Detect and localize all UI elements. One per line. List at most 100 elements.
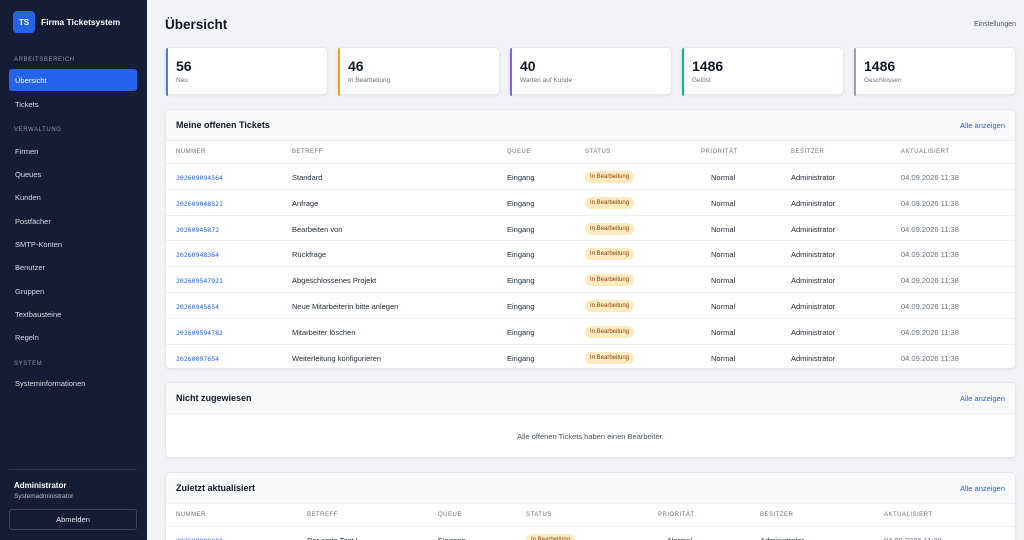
- ticket-number-link[interactable]: 20260097654: [176, 355, 219, 363]
- sidebar-item-regeln[interactable]: Regeln: [9, 326, 137, 348]
- table-row[interactable]: 202609090001Der erste Test !EingangIn Be…: [166, 526, 1015, 540]
- ticket-subject: Bearbeiten von: [292, 224, 343, 234]
- stat-card-geschlossen[interactable]: 1486 Geschlossen: [853, 47, 1016, 96]
- table-row[interactable]: 20260945872 Bearbeiten von Eingang In Bearb…: [166, 214, 1015, 241]
- stat-label: Gelöst: [692, 77, 711, 84]
- ticket-number-link[interactable]: 202609547921: [176, 277, 223, 285]
- ticket-updated: 04.09.2026 11:38: [901, 276, 959, 286]
- table-row[interactable]: 202609594782 Mitarbeiter löschen Eingang In…: [166, 317, 1015, 344]
- table-row[interactable]: 202609547921 Abgeschlossenes Projekt Einga…: [166, 266, 1015, 292]
- sidebar-item-smtp-konten[interactable]: SMTP-Konten: [9, 233, 137, 255]
- ticket-queue: Eingang: [507, 173, 535, 182]
- ticket-number-link[interactable]: 20260948364: [176, 251, 219, 259]
- ticket-number-link[interactable]: 202609594782: [176, 329, 223, 337]
- ticket-updated: 04.09.2026 11:38: [901, 224, 959, 234]
- panel-header: Meine offenen Tickets Alle anzeigen: [166, 110, 1015, 141]
- column-header: Status: [585, 149, 611, 155]
- ticket-priority: Normal: [711, 173, 736, 182]
- ticket-number-link[interactable]: 202609048521: [176, 200, 223, 208]
- status-badge: In Bearbeitung: [585, 171, 635, 183]
- ticket-updated: 04.09.2026 11:38: [884, 536, 942, 540]
- sidebar-item-benutzer[interactable]: Benutzer: [9, 256, 137, 278]
- ticket-owner: Administrator: [791, 198, 836, 208]
- stat-card-neu[interactable]: 56 Neu: [165, 47, 328, 96]
- stat-accent: [854, 48, 856, 96]
- status-badge: In Bearbeitung: [585, 222, 635, 235]
- stat-value: 56: [176, 58, 192, 74]
- status-badge: In Bearbeitung: [526, 534, 576, 540]
- table-row[interactable]: 202609094564 Standard Eingang In Bearbeitun…: [166, 163, 1015, 189]
- ticket-queue: Eingang: [507, 198, 535, 208]
- ticket-subject: Der erste Test !: [307, 536, 358, 540]
- sidebar-item-kunden[interactable]: Kunden: [9, 186, 137, 208]
- show-all-link[interactable]: Alle anzeigen: [960, 121, 1005, 130]
- status-badge: In Bearbeitung: [585, 325, 635, 338]
- sidebar-item-systeminformationen[interactable]: Systeminformationen: [9, 372, 137, 394]
- panel-header: Nicht zugewiesen Alle anzeigen: [166, 383, 1015, 414]
- ticket-priority: Normal: [711, 250, 736, 260]
- stat-label: Neu: [176, 77, 188, 84]
- stat-value: 1486: [864, 58, 896, 74]
- ticket-priority: Normal: [711, 276, 736, 286]
- stat-card-geloest[interactable]: 1486 Gelöst: [681, 47, 844, 96]
- table-row[interactable]: 20260945654 Neue Mitarbeiterin bitte anle…: [166, 292, 1015, 318]
- ticket-queue: Eingang: [507, 276, 535, 286]
- column-header: Nummer: [176, 512, 206, 518]
- ticket-number-link[interactable]: 202609094564: [176, 174, 223, 182]
- column-header: Nummer: [176, 149, 206, 155]
- column-header: Queue: [438, 512, 462, 518]
- sidebar-item-uebersicht[interactable]: Übersicht: [9, 69, 137, 91]
- column-header: Queue: [507, 149, 531, 155]
- stat-value: 1486: [692, 58, 724, 74]
- ticket-priority: Normal: [711, 327, 736, 337]
- stat-accent: [510, 48, 512, 96]
- nav-section-label: Verwaltung: [14, 127, 62, 133]
- sidebar-item-gruppen[interactable]: Gruppen: [9, 280, 137, 302]
- ticket-updated: 04.09.2026 11:38: [901, 302, 959, 311]
- column-header: Besitzer: [760, 512, 794, 518]
- table-row[interactable]: 20260948364 Rückfrage Eingang In Bearbeitun…: [166, 240, 1015, 266]
- ticket-queue: Eingang: [507, 327, 535, 337]
- status-badge: In Bearbeitung: [585, 248, 635, 261]
- stat-card-in-bearbeitung[interactable]: 46 In Bearbeitung: [337, 47, 500, 96]
- table-row[interactable]: 20260097654 Weiterleitung konfigurieren Ei…: [166, 343, 1015, 368]
- status-badge: In Bearbeitung: [585, 274, 635, 287]
- page-title: Übersicht: [165, 17, 228, 32]
- user-name: Administrator: [14, 481, 67, 490]
- sidebar-item-tickets[interactable]: Tickets: [9, 93, 137, 115]
- column-header: Aktualisiert: [884, 512, 933, 518]
- ticket-owner: Administrator: [791, 302, 836, 311]
- show-all-link[interactable]: Alle anzeigen: [960, 484, 1005, 493]
- sidebar-item-postfaecher[interactable]: Postfächer: [9, 210, 137, 232]
- settings-link[interactable]: Einstellungen: [974, 21, 1016, 28]
- show-all-link[interactable]: Alle anzeigen: [960, 394, 1005, 403]
- recently-updated-panel: Zuletzt aktualisiert Alle anzeigen Numme…: [165, 472, 1016, 540]
- ticket-number-link[interactable]: 20260945872: [176, 226, 219, 234]
- ticket-updated: 04.09.2026 11:38: [901, 250, 959, 260]
- brand[interactable]: TS Firma Ticketsystem: [13, 11, 120, 33]
- column-header: Besitzer: [791, 149, 825, 155]
- panel-title: Zuletzt aktualisiert: [176, 483, 256, 493]
- stat-accent: [682, 48, 684, 96]
- stat-label: Geschlossen: [864, 77, 902, 84]
- stat-card-warten-auf-kunde[interactable]: 40 Warten auf Kunde: [509, 47, 672, 96]
- panel-title: Nicht zugewiesen: [176, 393, 252, 403]
- ticket-queue: Eingang: [438, 536, 466, 540]
- ticket-subject: Weiterleitung konfigurieren: [292, 353, 382, 363]
- ticket-number-link[interactable]: 20260945654: [176, 303, 219, 311]
- ticket-subject: Anfrage: [292, 198, 319, 208]
- stat-value: 40: [520, 58, 536, 74]
- column-header: Priorität: [701, 149, 738, 155]
- logout-button[interactable]: Abmelden: [9, 509, 137, 530]
- column-header: Priorität: [658, 512, 695, 518]
- table-row[interactable]: 202609048521 Anfrage Eingang In Bearbeitung…: [166, 188, 1015, 215]
- ticket-priority: Normal: [711, 302, 736, 311]
- stat-accent: [166, 48, 168, 96]
- sidebar-item-textbausteine[interactable]: Textbausteine: [9, 303, 137, 325]
- stat-accent: [338, 48, 340, 96]
- ticket-subject: Standard: [292, 173, 323, 182]
- panel-header: Zuletzt aktualisiert Alle anzeigen: [166, 473, 1015, 504]
- sidebar-item-firmen[interactable]: Firmen: [9, 140, 137, 162]
- sidebar-item-queues[interactable]: Queues: [9, 163, 137, 185]
- nav-section-label: System: [14, 361, 43, 367]
